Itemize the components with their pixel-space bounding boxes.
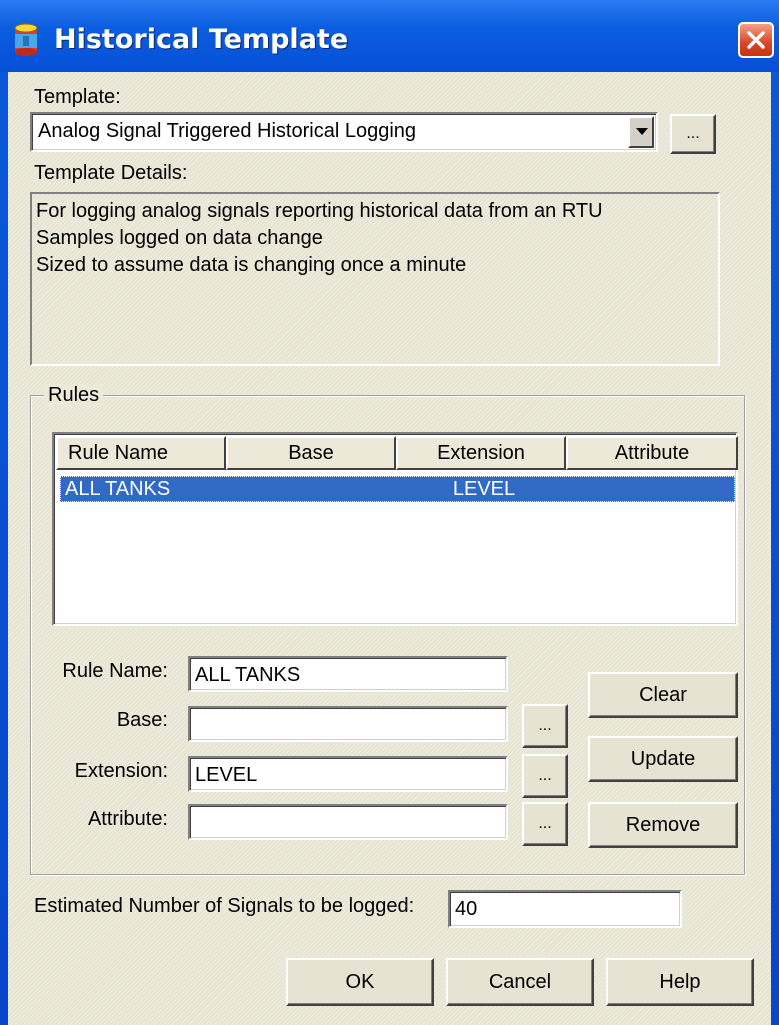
ok-button[interactable]: OK (286, 958, 434, 1006)
chevron-down-icon (636, 128, 648, 135)
template-selected-value: Analog Signal Triggered Historical Loggi… (38, 120, 417, 142)
extension-label: Extension: (74, 760, 168, 782)
estimated-signals-field[interactable]: 40 (448, 890, 682, 928)
attribute-label: Attribute: (87, 808, 168, 830)
rule-name-value: ALL TANKS (195, 664, 301, 686)
cancel-button[interactable]: Cancel (446, 958, 594, 1006)
template-dropdown-button[interactable] (628, 116, 654, 148)
extension-value: LEVEL (195, 764, 258, 786)
extension-browse-button[interactable]: ... (522, 754, 568, 798)
estimated-signals-value: 40 (455, 898, 478, 920)
attribute-browse-button[interactable]: ... (522, 802, 568, 846)
clear-button[interactable]: Clear (588, 672, 738, 718)
column-header-base[interactable]: Base (226, 436, 396, 470)
remove-button[interactable]: Remove (588, 802, 738, 848)
base-label: Base: (116, 709, 168, 731)
rules-listview[interactable]: Rule Name Base Extension Attribute ALL T… (52, 432, 738, 626)
details-line: For logging analog signals reporting his… (36, 200, 603, 222)
template-details-box: For logging analog signals reporting his… (30, 192, 720, 366)
template-details-label: Template Details: (34, 162, 188, 184)
template-label: Template: (34, 86, 121, 108)
rule-name-label: Rule Name: (62, 660, 168, 682)
title-bar[interactable]: Historical Template (0, 0, 779, 72)
database-cylinder-icon (14, 23, 38, 56)
cell-rule-name: ALL TANKS (65, 478, 171, 500)
close-button[interactable] (738, 22, 774, 58)
update-button[interactable]: Update (588, 736, 738, 782)
template-browse-button[interactable]: ... (670, 114, 716, 154)
template-combobox[interactable]: Analog Signal Triggered Historical Loggi… (30, 112, 658, 152)
window-title: Historical Template (54, 24, 349, 55)
column-header-rule-name[interactable]: Rule Name (56, 436, 226, 470)
dialog-window: Historical Template Template: Analog Sig… (0, 0, 779, 1025)
cell-extension: LEVEL (452, 478, 516, 500)
help-button[interactable]: Help (606, 958, 754, 1006)
table-row[interactable]: ALL TANKS LEVEL (60, 476, 735, 502)
base-browse-button[interactable]: ... (522, 704, 568, 748)
column-header-extension[interactable]: Extension (396, 436, 566, 470)
base-field[interactable] (188, 706, 508, 742)
estimated-signals-label: Estimated Number of Signals to be logged… (34, 895, 415, 917)
dialog-client-area: Template: Analog Signal Triggered Histor… (8, 72, 771, 1025)
rule-name-field[interactable]: ALL TANKS (188, 656, 508, 692)
details-line: Sized to assume data is changing once a … (36, 254, 467, 276)
extension-field[interactable]: LEVEL (188, 756, 508, 792)
rules-list-header: Rule Name Base Extension Attribute (56, 436, 738, 470)
attribute-field[interactable] (188, 804, 508, 840)
close-icon (747, 31, 765, 49)
column-header-attribute[interactable]: Attribute (566, 436, 738, 470)
rules-group-title: Rules (44, 384, 104, 407)
details-line: Samples logged on data change (36, 227, 323, 249)
